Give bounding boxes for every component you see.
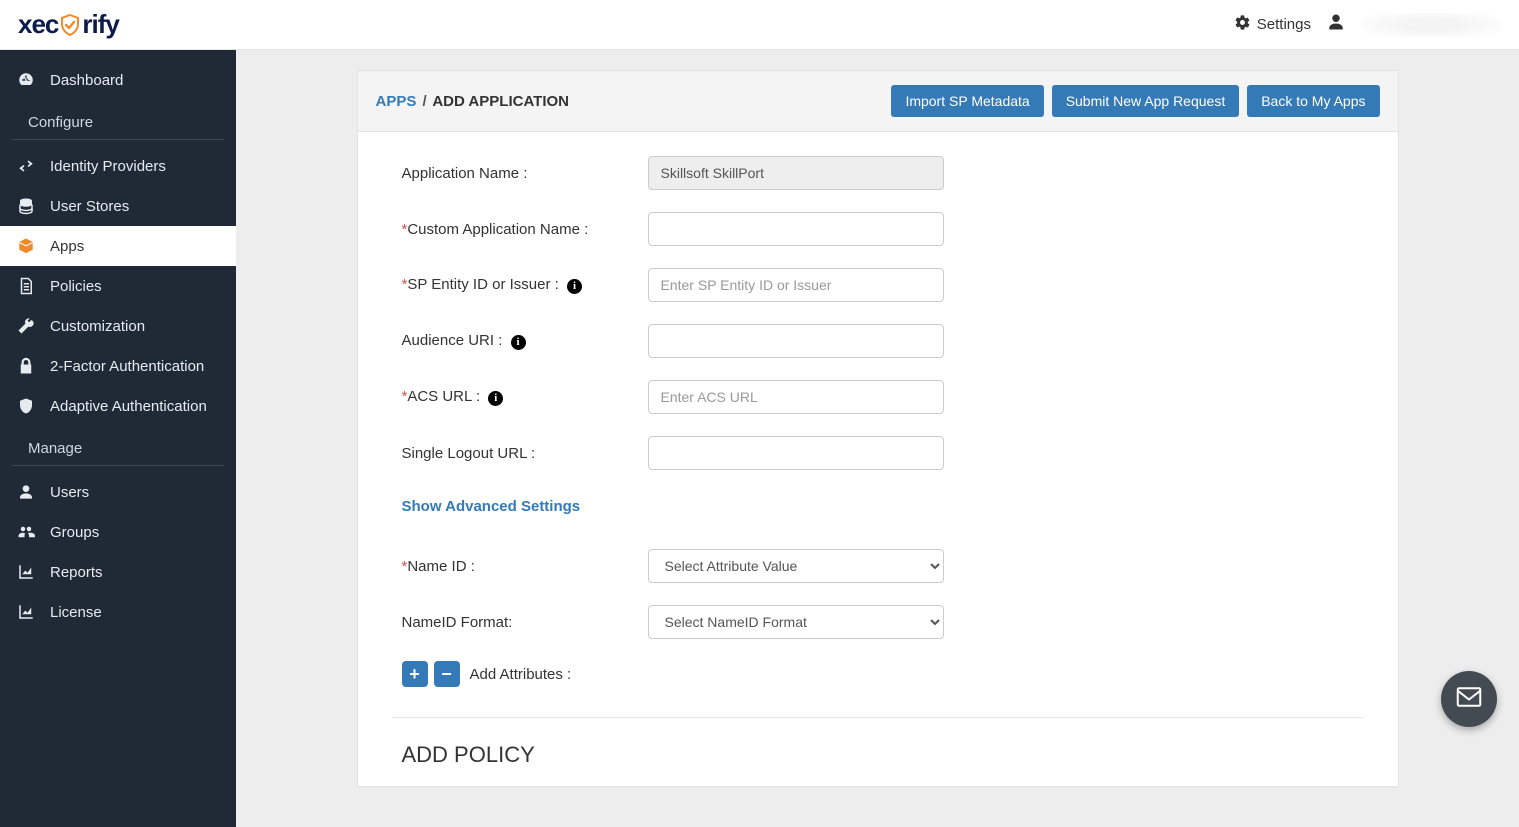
sidebar-item-dashboard[interactable]: Dashboard [0, 60, 236, 100]
panel-header: APPS / ADD APPLICATION Import SP Metadat… [358, 71, 1398, 132]
breadcrumb-apps-link[interactable]: APPS [376, 93, 417, 110]
sidebar-item-label: Adaptive Authentication [50, 398, 207, 415]
nameid-select[interactable]: Select Attribute Value [648, 549, 944, 583]
box-icon [16, 236, 36, 256]
sidebar-item-2fa[interactable]: 2-Factor Authentication [0, 346, 236, 386]
label-nameid: *Name ID : [402, 558, 648, 575]
info-icon[interactable]: i [488, 391, 503, 406]
topbar-right: Settings [1234, 13, 1501, 37]
logo-text-1: xec [18, 9, 58, 40]
label-acs-url: *ACS URL : i [402, 388, 648, 406]
custom-application-name-field[interactable] [648, 212, 944, 246]
sidebar-item-policies[interactable]: Policies [0, 266, 236, 306]
row-slo: Single Logout URL : [402, 436, 1354, 470]
add-policy-heading: ADD POLICY [402, 742, 1354, 768]
chart-area-icon [16, 602, 36, 622]
row-nameid-format: NameID Format: Select NameID Format [402, 605, 1354, 639]
document-icon [16, 276, 36, 296]
row-sp-entity: *SP Entity ID or Issuer : i [402, 268, 1354, 302]
label-application-name: Application Name : [402, 165, 648, 182]
row-custom-name: *Custom Application Name : [402, 212, 1354, 246]
breadcrumb: APPS / ADD APPLICATION [376, 93, 570, 110]
sidebar: Dashboard Configure Identity Providers U… [0, 50, 236, 827]
settings-label: Settings [1257, 16, 1311, 33]
add-attributes-row: + − Add Attributes : [402, 661, 1354, 687]
show-advanced-settings-link[interactable]: Show Advanced Settings [402, 498, 581, 515]
label-audience: Audience URI : i [402, 332, 648, 350]
row-acs-url: *ACS URL : i [402, 380, 1354, 414]
row-nameid: *Name ID : Select Attribute Value [402, 549, 1354, 583]
nameid-format-select[interactable]: Select NameID Format [648, 605, 944, 639]
sidebar-section-configure: Configure [12, 104, 224, 140]
group-icon [16, 522, 36, 542]
sidebar-item-label: 2-Factor Authentication [50, 358, 204, 375]
wrench-icon [16, 316, 36, 336]
sidebar-item-label: Policies [50, 278, 102, 295]
sidebar-item-reports[interactable]: Reports [0, 552, 236, 592]
sidebar-item-apps[interactable]: Apps [0, 226, 236, 266]
page-title: ADD APPLICATION [432, 93, 569, 110]
content-area: APPS / ADD APPLICATION Import SP Metadat… [236, 50, 1519, 827]
row-audience: Audience URI : i [402, 324, 1354, 358]
header-buttons: Import SP Metadata Submit New App Reques… [891, 85, 1379, 117]
sidebar-item-label: Identity Providers [50, 158, 166, 175]
logo[interactable]: xec rify [18, 9, 119, 40]
sidebar-item-customization[interactable]: Customization [0, 306, 236, 346]
sidebar-item-identity-providers[interactable]: Identity Providers [0, 146, 236, 186]
breadcrumb-separator: / [421, 93, 429, 110]
logo-text-2: rify [82, 9, 118, 40]
lock-icon [16, 356, 36, 376]
mail-icon [1454, 682, 1484, 717]
divider [392, 717, 1364, 718]
contact-fab[interactable] [1441, 671, 1497, 727]
sidebar-item-user-stores[interactable]: User Stores [0, 186, 236, 226]
sidebar-item-label: User Stores [50, 198, 129, 215]
chart-area-icon [16, 562, 36, 582]
sp-entity-id-field[interactable] [648, 268, 944, 302]
info-icon[interactable]: i [511, 335, 526, 350]
import-sp-metadata-button[interactable]: Import SP Metadata [891, 85, 1043, 117]
user-icon[interactable] [1327, 13, 1345, 36]
sidebar-item-license[interactable]: License [0, 592, 236, 632]
user-name-redacted [1361, 13, 1501, 37]
user-icon [16, 482, 36, 502]
sidebar-item-label: License [50, 604, 102, 621]
audience-uri-field[interactable] [648, 324, 944, 358]
info-icon[interactable]: i [567, 279, 582, 294]
sidebar-item-adaptive-auth[interactable]: Adaptive Authentication [0, 386, 236, 426]
label-sp-entity: *SP Entity ID or Issuer : i [402, 276, 648, 294]
application-name-field [648, 156, 944, 190]
shield-check-icon [58, 13, 82, 37]
back-to-my-apps-button[interactable]: Back to My Apps [1247, 85, 1379, 117]
gear-icon [1234, 14, 1251, 35]
row-application-name: Application Name : [402, 156, 1354, 190]
settings-link[interactable]: Settings [1234, 14, 1311, 35]
sidebar-section-manage: Manage [12, 430, 224, 466]
main-panel: APPS / ADD APPLICATION Import SP Metadat… [357, 70, 1399, 787]
sidebar-item-label: Customization [50, 318, 145, 335]
submit-new-app-request-button[interactable]: Submit New App Request [1052, 85, 1240, 117]
sidebar-item-users[interactable]: Users [0, 472, 236, 512]
shield-icon [16, 396, 36, 416]
label-slo: Single Logout URL : [402, 445, 648, 462]
panel-body: Application Name : *Custom Application N… [358, 132, 1398, 786]
dashboard-icon [16, 70, 36, 90]
single-logout-url-field[interactable] [648, 436, 944, 470]
database-icon [16, 196, 36, 216]
add-attributes-label: Add Attributes : [470, 666, 572, 683]
exchange-icon [16, 156, 36, 176]
remove-attribute-button[interactable]: − [434, 661, 460, 687]
label-custom-name: *Custom Application Name : [402, 221, 648, 238]
label-nameid-format: NameID Format: [402, 614, 648, 631]
sidebar-item-groups[interactable]: Groups [0, 512, 236, 552]
topbar: xec rify Settings [0, 0, 1519, 50]
sidebar-item-label: Users [50, 484, 89, 501]
acs-url-field[interactable] [648, 380, 944, 414]
sidebar-item-label: Groups [50, 524, 99, 541]
add-attribute-button[interactable]: + [402, 661, 428, 687]
sidebar-item-label: Dashboard [50, 72, 123, 89]
sidebar-item-label: Reports [50, 564, 103, 581]
sidebar-item-label: Apps [50, 238, 84, 255]
